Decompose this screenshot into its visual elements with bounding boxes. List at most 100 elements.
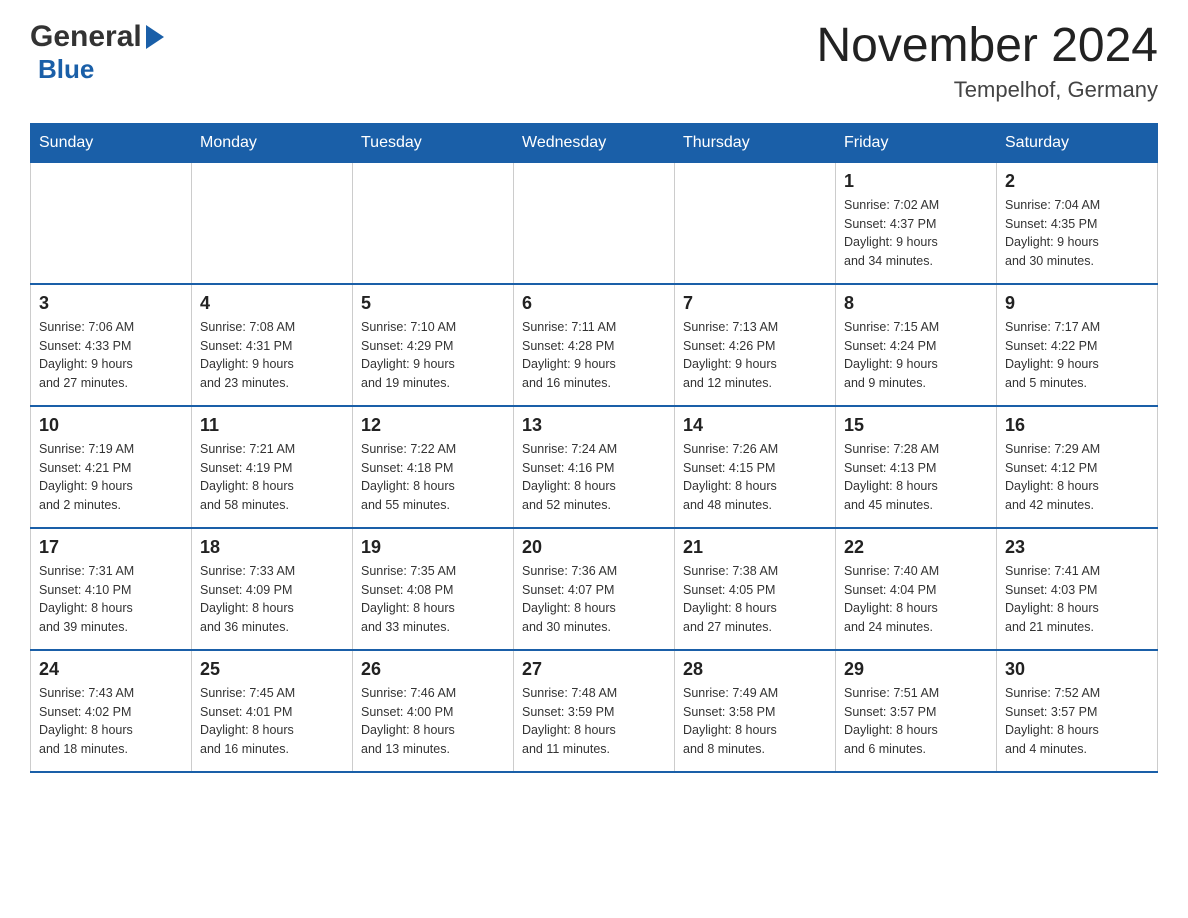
day-info: Sunrise: 7:36 AM Sunset: 4:07 PM Dayligh… xyxy=(522,562,666,637)
day-number: 13 xyxy=(522,415,666,436)
day-info: Sunrise: 7:35 AM Sunset: 4:08 PM Dayligh… xyxy=(361,562,505,637)
day-info: Sunrise: 7:02 AM Sunset: 4:37 PM Dayligh… xyxy=(844,196,988,271)
logo: General Blue xyxy=(30,20,164,85)
col-header-wednesday: Wednesday xyxy=(514,123,675,162)
day-info: Sunrise: 7:52 AM Sunset: 3:57 PM Dayligh… xyxy=(1005,684,1149,759)
calendar-cell: 30 Sunrise: 7:52 AM Sunset: 3:57 PM Dayli… xyxy=(997,650,1158,772)
page-header: General Blue November 2024 Tempelhof, Ge… xyxy=(30,20,1158,103)
calendar-cell: 16Sunrise: 7:29 AM Sunset: 4:12 PM Dayli… xyxy=(997,406,1158,528)
calendar-cell: 5 Sunrise: 7:10 AM Sunset: 4:29 PM Daylig… xyxy=(353,284,514,406)
day-number: 12 xyxy=(361,415,505,436)
calendar-cell: 1 Sunrise: 7:02 AM Sunset: 4:37 PM Daylig… xyxy=(836,162,997,284)
day-info: Sunrise: 7:21 AM Sunset: 4:19 PM Dayligh… xyxy=(200,440,344,515)
day-info: Sunrise: 7:48 AM Sunset: 3:59 PM Dayligh… xyxy=(522,684,666,759)
calendar-cell: 28 Sunrise: 7:49 AM Sunset: 3:58 PM Dayli… xyxy=(675,650,836,772)
day-info: Sunrise: 7:06 AM Sunset: 4:33 PM Dayligh… xyxy=(39,318,183,393)
calendar-cell xyxy=(31,162,192,284)
col-header-friday: Friday xyxy=(836,123,997,162)
day-info: Sunrise: 7:46 AM Sunset: 4:00 PM Dayligh… xyxy=(361,684,505,759)
day-info: Sunrise: 7:17 AM Sunset: 4:22 PM Dayligh… xyxy=(1005,318,1149,393)
day-number: 5 xyxy=(361,293,505,314)
day-number: 18 xyxy=(200,537,344,558)
calendar-cell: 6 Sunrise: 7:11 AM Sunset: 4:28 PM Daylig… xyxy=(514,284,675,406)
calendar-cell: 21 Sunrise: 7:38 AM Sunset: 4:05 PM Dayli… xyxy=(675,528,836,650)
calendar-cell xyxy=(675,162,836,284)
day-info: Sunrise: 7:45 AM Sunset: 4:01 PM Dayligh… xyxy=(200,684,344,759)
calendar-cell: 15 Sunrise: 7:28 AM Sunset: 4:13 PM Dayli… xyxy=(836,406,997,528)
day-number: 30 xyxy=(1005,659,1149,680)
calendar-week-5: 24 Sunrise: 7:43 AM Sunset: 4:02 PM Dayli… xyxy=(31,650,1158,772)
day-number: 23 xyxy=(1005,537,1149,558)
col-header-monday: Monday xyxy=(192,123,353,162)
day-number: 8 xyxy=(844,293,988,314)
day-number: 11 xyxy=(200,415,344,436)
calendar-cell: 8 Sunrise: 7:15 AM Sunset: 4:24 PM Daylig… xyxy=(836,284,997,406)
calendar-cell: 19 Sunrise: 7:35 AM Sunset: 4:08 PM Dayli… xyxy=(353,528,514,650)
day-info: Sunrise: 7:04 AM Sunset: 4:35 PM Dayligh… xyxy=(1005,196,1149,271)
day-number: 20 xyxy=(522,537,666,558)
calendar-cell: 11 Sunrise: 7:21 AM Sunset: 4:19 PM Dayli… xyxy=(192,406,353,528)
day-info: Sunrise: 7:40 AM Sunset: 4:04 PM Dayligh… xyxy=(844,562,988,637)
calendar-cell: 29 Sunrise: 7:51 AM Sunset: 3:57 PM Dayli… xyxy=(836,650,997,772)
day-number: 22 xyxy=(844,537,988,558)
calendar-cell: 24 Sunrise: 7:43 AM Sunset: 4:02 PM Dayli… xyxy=(31,650,192,772)
location-text: Tempelhof, Germany xyxy=(816,77,1158,103)
day-number: 21 xyxy=(683,537,827,558)
day-info: Sunrise: 7:43 AM Sunset: 4:02 PM Dayligh… xyxy=(39,684,183,759)
calendar-cell: 14Sunrise: 7:26 AM Sunset: 4:15 PM Dayli… xyxy=(675,406,836,528)
calendar-cell: 18 Sunrise: 7:33 AM Sunset: 4:09 PM Dayli… xyxy=(192,528,353,650)
day-info: Sunrise: 7:33 AM Sunset: 4:09 PM Dayligh… xyxy=(200,562,344,637)
day-info: Sunrise: 7:15 AM Sunset: 4:24 PM Dayligh… xyxy=(844,318,988,393)
day-number: 15 xyxy=(844,415,988,436)
col-header-tuesday: Tuesday xyxy=(353,123,514,162)
day-number: 3 xyxy=(39,293,183,314)
day-info: Sunrise: 7:51 AM Sunset: 3:57 PM Dayligh… xyxy=(844,684,988,759)
calendar-cell: 13 Sunrise: 7:24 AM Sunset: 4:16 PM Dayli… xyxy=(514,406,675,528)
calendar-week-2: 3 Sunrise: 7:06 AM Sunset: 4:33 PM Daylig… xyxy=(31,284,1158,406)
day-number: 29 xyxy=(844,659,988,680)
day-number: 10 xyxy=(39,415,183,436)
day-info: Sunrise: 7:49 AM Sunset: 3:58 PM Dayligh… xyxy=(683,684,827,759)
day-info: Sunrise: 7:28 AM Sunset: 4:13 PM Dayligh… xyxy=(844,440,988,515)
day-info: Sunrise: 7:11 AM Sunset: 4:28 PM Dayligh… xyxy=(522,318,666,393)
month-title: November 2024 xyxy=(816,20,1158,73)
day-info: Sunrise: 7:41 AM Sunset: 4:03 PM Dayligh… xyxy=(1005,562,1149,637)
title-section: November 2024 Tempelhof, Germany xyxy=(816,20,1158,103)
day-info: Sunrise: 7:24 AM Sunset: 4:16 PM Dayligh… xyxy=(522,440,666,515)
calendar-week-1: 1 Sunrise: 7:02 AM Sunset: 4:37 PM Daylig… xyxy=(31,162,1158,284)
calendar-cell: 7Sunrise: 7:13 AM Sunset: 4:26 PM Daylig… xyxy=(675,284,836,406)
calendar-cell xyxy=(514,162,675,284)
day-info: Sunrise: 7:08 AM Sunset: 4:31 PM Dayligh… xyxy=(200,318,344,393)
day-number: 24 xyxy=(39,659,183,680)
day-info: Sunrise: 7:31 AM Sunset: 4:10 PM Dayligh… xyxy=(39,562,183,637)
calendar-cell: 4 Sunrise: 7:08 AM Sunset: 4:31 PM Daylig… xyxy=(192,284,353,406)
day-number: 19 xyxy=(361,537,505,558)
day-number: 17 xyxy=(39,537,183,558)
logo-blue-text: Blue xyxy=(38,54,94,85)
calendar-cell xyxy=(353,162,514,284)
day-info: Sunrise: 7:13 AM Sunset: 4:26 PM Dayligh… xyxy=(683,318,827,393)
day-number: 2 xyxy=(1005,171,1149,192)
logo-general-text: General xyxy=(30,20,142,54)
calendar-cell: 9Sunrise: 7:17 AM Sunset: 4:22 PM Daylig… xyxy=(997,284,1158,406)
day-info: Sunrise: 7:19 AM Sunset: 4:21 PM Dayligh… xyxy=(39,440,183,515)
day-info: Sunrise: 7:26 AM Sunset: 4:15 PM Dayligh… xyxy=(683,440,827,515)
calendar-cell xyxy=(192,162,353,284)
logo-arrow-icon xyxy=(146,25,164,49)
day-number: 4 xyxy=(200,293,344,314)
day-number: 27 xyxy=(522,659,666,680)
day-number: 6 xyxy=(522,293,666,314)
day-number: 28 xyxy=(683,659,827,680)
col-header-thursday: Thursday xyxy=(675,123,836,162)
calendar-cell: 12 Sunrise: 7:22 AM Sunset: 4:18 PM Dayli… xyxy=(353,406,514,528)
day-info: Sunrise: 7:38 AM Sunset: 4:05 PM Dayligh… xyxy=(683,562,827,637)
calendar-cell: 22 Sunrise: 7:40 AM Sunset: 4:04 PM Dayli… xyxy=(836,528,997,650)
day-number: 25 xyxy=(200,659,344,680)
day-info: Sunrise: 7:22 AM Sunset: 4:18 PM Dayligh… xyxy=(361,440,505,515)
day-number: 26 xyxy=(361,659,505,680)
day-info: Sunrise: 7:10 AM Sunset: 4:29 PM Dayligh… xyxy=(361,318,505,393)
calendar-week-4: 17 Sunrise: 7:31 AM Sunset: 4:10 PM Dayli… xyxy=(31,528,1158,650)
calendar-cell: 26 Sunrise: 7:46 AM Sunset: 4:00 PM Dayli… xyxy=(353,650,514,772)
day-number: 1 xyxy=(844,171,988,192)
calendar-cell: 23 Sunrise: 7:41 AM Sunset: 4:03 PM Dayli… xyxy=(997,528,1158,650)
